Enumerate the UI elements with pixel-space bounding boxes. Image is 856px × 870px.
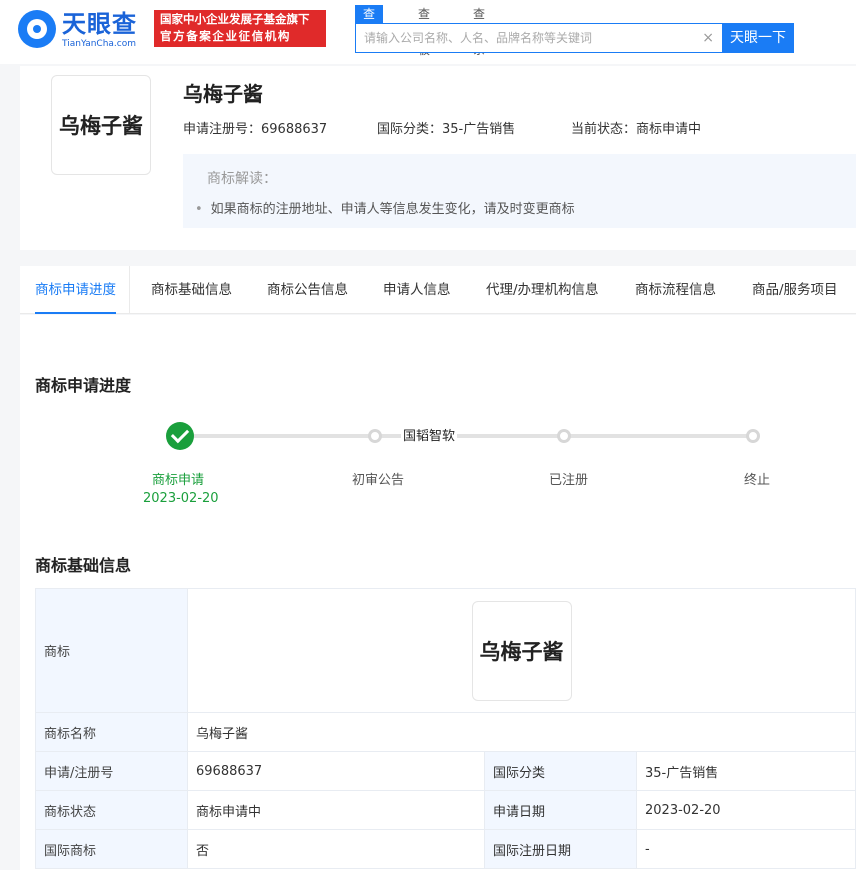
status-label: 当前状态： [571, 122, 637, 137]
logo-text: 天眼查 [62, 10, 137, 38]
class-meta: 国际分类：35-广告销售 [377, 118, 515, 137]
class-label: 国际分类： [377, 122, 443, 137]
basic-info-table: 商标 乌梅子酱 商标名称 乌梅子酱 申请/注册号 69688637 国际分类 3… [35, 588, 856, 869]
step-label-terminated: 终止 [744, 473, 771, 488]
status-meta: 当前状态：商标申请中 [571, 118, 701, 137]
trademark-title: 乌梅子酱 [183, 82, 263, 106]
step-label-application: 商标申请 [152, 473, 205, 488]
step-node-registered [557, 429, 571, 443]
interpretation-title: 商标解读： [207, 171, 277, 187]
top-header: 天眼查 TianYanCha.com 国家中小企业发展子基金旗下 官方备案企业征… [0, 0, 856, 64]
reg-number-meta: 申请注册号：69688637 [183, 118, 327, 137]
table-value: 商标申请中 [187, 790, 485, 830]
table-value: 69688637 [187, 751, 485, 791]
tab-search-company[interactable]: 查公司 [355, 5, 384, 57]
table-label: 国际商标 [35, 829, 188, 869]
detail-tab-bar: 商标申请进度 商标基础信息 商标公告信息 申请人信息 代理/办理机构信息 商标流… [20, 266, 856, 314]
logo-domain: TianYanCha.com [62, 39, 137, 49]
reg-number-value: 69688637 [261, 122, 328, 137]
table-row: 国际商标 否 国际注册日期 - [35, 829, 856, 869]
table-label: 商标 [35, 588, 188, 713]
step-node-announcement [368, 429, 382, 443]
watermark-text: 国韬智软 [401, 425, 458, 444]
table-label: 国际分类 [484, 751, 637, 791]
trademark-interpretation: 商标解读： 如果商标的注册地址、申请人等信息发生变化，请及时变更商标 [183, 154, 856, 228]
gov-badge: 国家中小企业发展子基金旗下 官方备案企业征信机构 [154, 10, 326, 47]
tab-application-progress[interactable]: 商标申请进度 [35, 266, 130, 314]
table-value: 乌梅子酱 [187, 712, 856, 752]
tab-announcement-info[interactable]: 商标公告信息 [267, 266, 348, 314]
table-label: 商标状态 [35, 790, 188, 830]
reg-number-label: 申请注册号： [183, 122, 262, 137]
search-box: × [355, 23, 723, 53]
tab-basic-info[interactable]: 商标基础信息 [151, 266, 232, 314]
tab-process-info[interactable]: 商标流程信息 [635, 266, 716, 314]
basic-info-section-title: 商标基础信息 [35, 556, 132, 575]
table-label: 申请/注册号 [35, 751, 188, 791]
tab-goods-services[interactable]: 商品/服务项目 [752, 266, 838, 314]
table-row: 商标名称 乌梅子酱 [35, 712, 856, 752]
table-label: 申请日期 [484, 790, 637, 830]
tab-search-boss[interactable]: 查老板 [418, 5, 430, 57]
progress-track [180, 434, 756, 438]
main-content: 商标申请进度 国韬智软 商标申请 2023-02-20 初审公告 已注册 终止 … [20, 315, 856, 870]
table-value: - [636, 829, 856, 869]
status-value: 商标申请中 [636, 122, 702, 137]
trademark-summary-card: 乌梅子酱 乌梅子酱 申请注册号：69688637 国际分类：35-广告销售 当前… [20, 66, 856, 250]
tab-search-relation[interactable]: 查关系 [473, 5, 485, 57]
trademark-image-large: 乌梅子酱 [471, 600, 572, 701]
step-label-announcement: 初审公告 [352, 473, 405, 488]
progress-section-title: 商标申请进度 [35, 376, 132, 395]
table-label: 商标名称 [35, 712, 188, 752]
tianyancha-logo[interactable]: 天眼查 TianYanCha.com [18, 10, 146, 50]
step-label-registered: 已注册 [549, 473, 589, 488]
step-node-terminated [746, 429, 760, 443]
eye-logo-icon [18, 10, 56, 48]
gov-badge-line1: 国家中小企业发展子基金旗下 [160, 12, 310, 26]
table-value: 35-广告销售 [636, 751, 856, 791]
search-input[interactable] [356, 24, 696, 52]
trademark-image: 乌梅子酱 [51, 75, 151, 175]
table-value: 2023-02-20 [636, 790, 856, 830]
table-value: 否 [187, 829, 485, 869]
gov-badge-line2: 官方备案企业征信机构 [160, 29, 291, 43]
check-icon [170, 424, 190, 444]
tab-applicant-info[interactable]: 申请人信息 [383, 266, 451, 314]
search-button[interactable]: 天眼一下 [722, 23, 794, 53]
table-row: 商标 乌梅子酱 [35, 588, 856, 713]
tab-agency-info[interactable]: 代理/办理机构信息 [486, 266, 599, 314]
step-date-application: 2023-02-20 [143, 491, 219, 506]
table-image-cell: 乌梅子酱 [187, 588, 856, 713]
table-row: 商标状态 商标申请中 申请日期 2023-02-20 [35, 790, 856, 830]
table-row: 申请/注册号 69688637 国际分类 35-广告销售 [35, 751, 856, 791]
class-value: 35-广告销售 [442, 122, 516, 137]
table-label: 国际注册日期 [484, 829, 637, 869]
interpretation-item: 如果商标的注册地址、申请人等信息发生变化，请及时变更商标 [195, 198, 575, 217]
clear-icon[interactable]: × [702, 29, 714, 47]
step-done-node [166, 422, 194, 450]
